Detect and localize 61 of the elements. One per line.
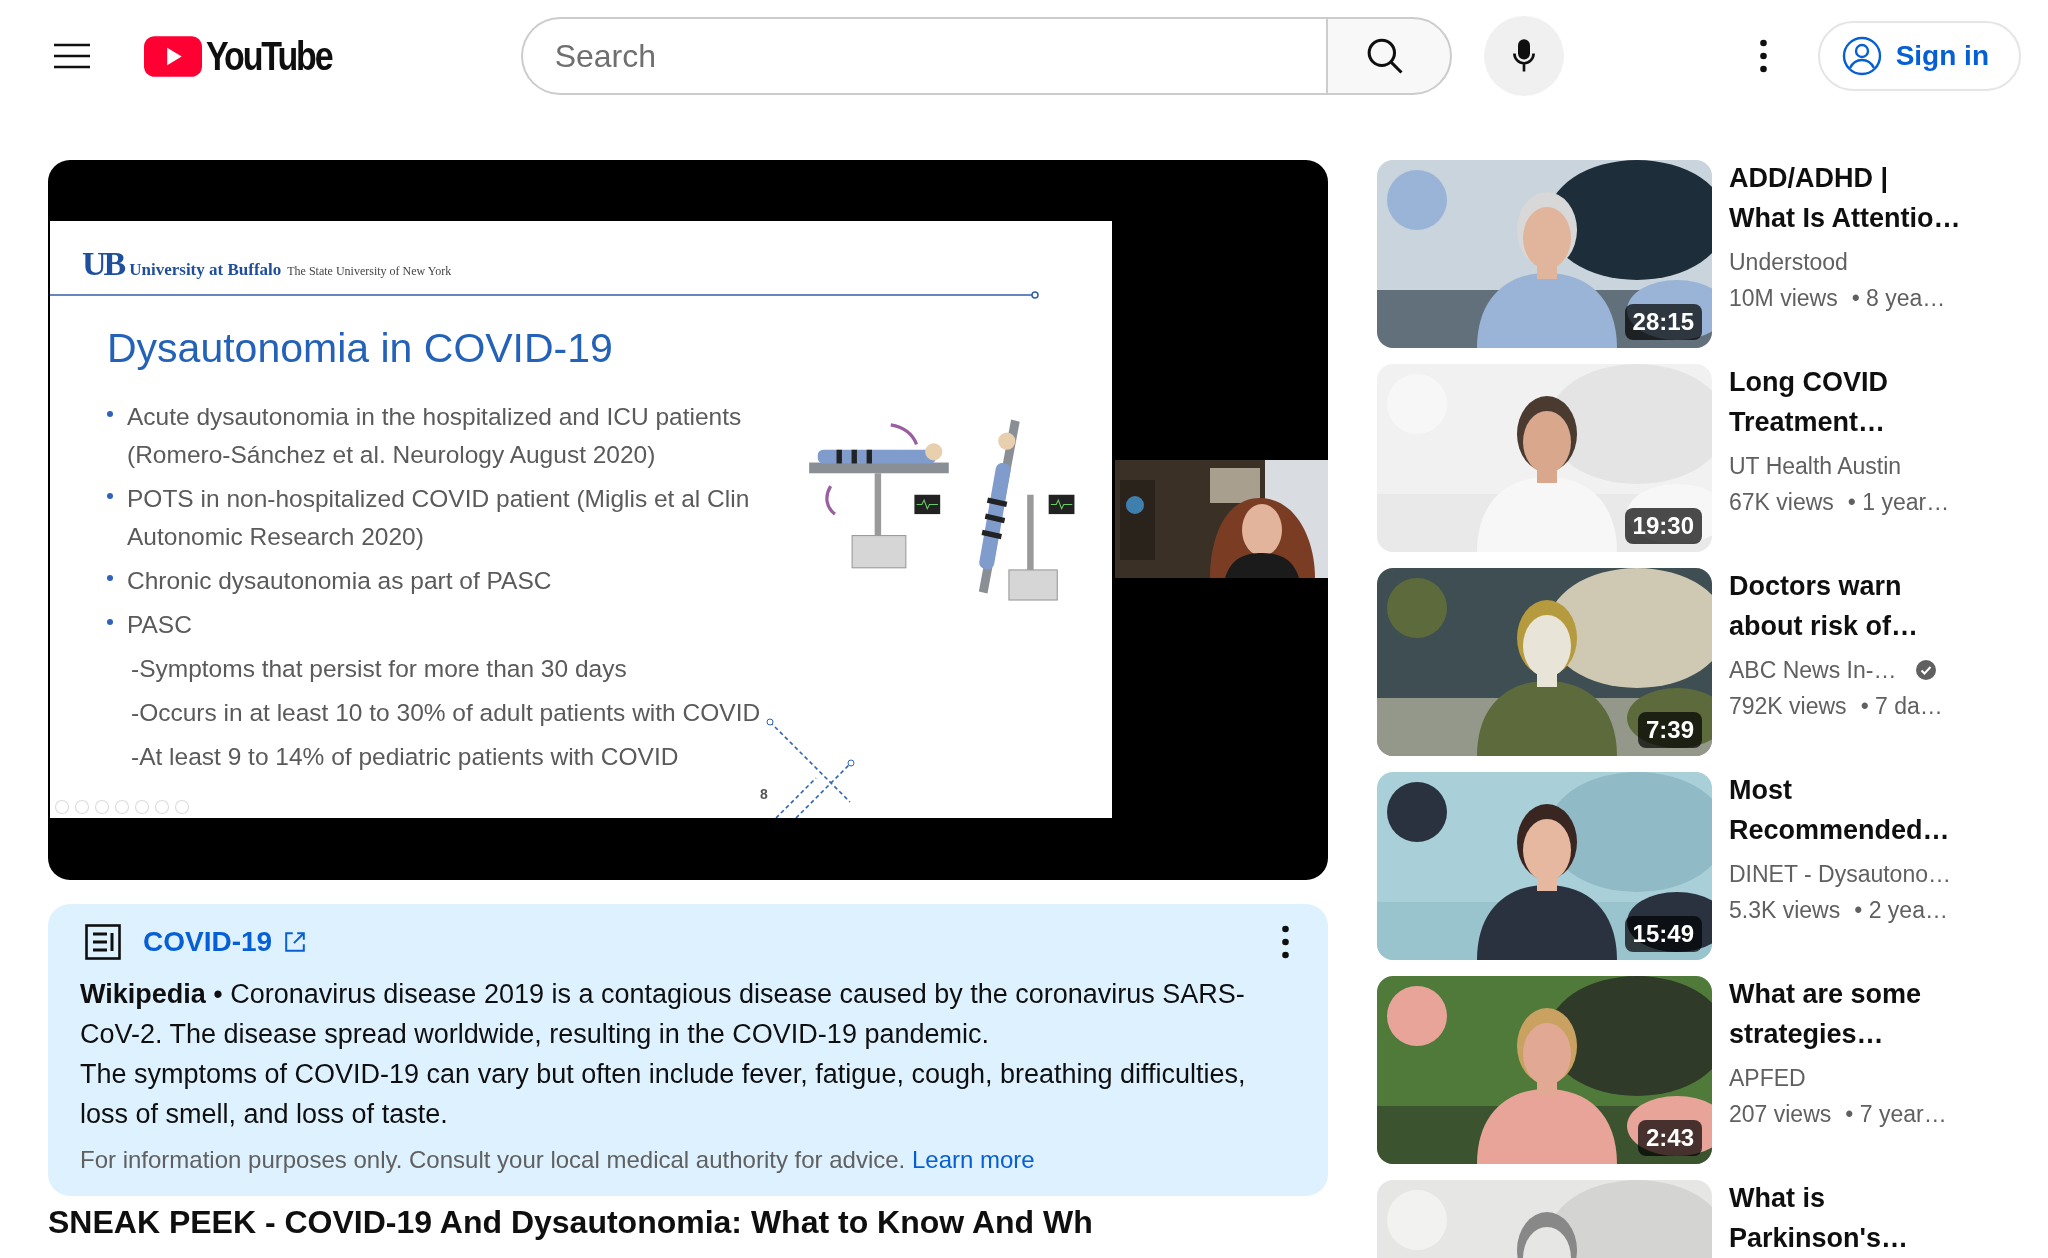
topic-description: The symptoms of COVID-19 can vary but often include fever, fatigue, cough, breathing difficulties, loss of smell, and loss of taste. <box>80 1058 1247 1131</box>
view-count: 10M views <box>1729 284 1838 313</box>
video-title: SNEAK PEEK - COVID-19 And Dysautonomia: What to Know And Wh <box>48 1204 1094 1240</box>
video-title[interactable]: Long COVID Treatment… <box>1729 362 1950 442</box>
channel-name[interactable]: UT Health Austin <box>1729 448 1902 484</box>
view-count: 207 views <box>1729 1100 1832 1129</box>
sub-point-text: -Symptoms that persist for more than 30 days <box>131 654 627 684</box>
video-title[interactable]: Most Recommended… <box>1729 770 1951 850</box>
topic-description: Wikipedia • Coronavirus disease 2019 is a contagious disease caused by the coronavirus SARS-CoV-2. The disease spread worldwide, resulting in the COVID-19 pandemic. <box>80 978 1246 1051</box>
video-duration: 2:43 <box>1637 1120 1702 1156</box>
bullet-icon <box>107 493 113 499</box>
bullet-text: Chronic dysautonomia as part of PASC <box>127 566 552 596</box>
more-icon[interactable] <box>1758 39 1768 73</box>
search-field[interactable]: Search <box>520 17 1326 95</box>
channel-name[interactable]: ABC News In-… <box>1729 652 1897 688</box>
upload-age: • 8 yea… <box>1851 284 1946 313</box>
bullet-text: Acute dysautonomia in the hospitalized and ICU patients (Romero-Sánchez et al. Neurology August 2020) <box>127 402 742 470</box>
more-icon[interactable] <box>1281 925 1290 959</box>
video-title[interactable]: ADD/ADHD | What Is Attentio… <box>1729 158 1959 238</box>
upload-age: • 1 year… <box>1847 488 1950 517</box>
account-icon <box>1841 36 1882 76</box>
bullet-icon <box>107 575 113 581</box>
upload-age: • 2 yea… <box>1854 896 1948 925</box>
bullet-text: PASC <box>127 610 192 640</box>
video-duration: 15:49 <box>1624 916 1702 952</box>
upload-age: • 7 year… <box>1845 1100 1947 1129</box>
university-tagline: The State University of New York <box>287 264 452 279</box>
view-count: 792K views <box>1729 692 1847 721</box>
bullet-text: POTS in non-hospitalized COVID patient (Miglis et al Clin Autonomic Research 2020) <box>127 484 750 552</box>
disclaimer-text: For information purposes only. Consult your local medical authority for advice. Learn more <box>80 1146 1036 1174</box>
video-duration: 28:15 <box>1624 304 1702 340</box>
video-duration: 7:39 <box>1637 712 1702 748</box>
microphone-icon <box>1511 38 1536 74</box>
channel-name[interactable]: Understood <box>1729 244 1848 280</box>
view-count: 67K views <box>1729 488 1834 517</box>
topic-link[interactable]: COVID-19 <box>143 926 307 958</box>
search-icon <box>1365 37 1404 75</box>
channel-name[interactable]: APFED <box>1729 1060 1806 1096</box>
slide-title: Dysautonomia in COVID-19 <box>107 325 614 372</box>
bullet-icon <box>107 411 113 417</box>
sign-in-button[interactable]: Sign in <box>1817 21 2021 91</box>
university-name: University at Buffalo <box>129 260 282 280</box>
search-button[interactable] <box>1325 17 1452 95</box>
article-icon <box>85 924 121 960</box>
bullet-icon <box>107 619 113 625</box>
view-count: 5.3K views <box>1729 896 1841 925</box>
learn-more-link[interactable]: Learn more <box>911 1146 1035 1173</box>
video-player[interactable] <box>48 160 1328 880</box>
youtube-logo[interactable]: YouTube <box>144 33 354 79</box>
video-duration: 19:30 <box>1624 508 1702 544</box>
sub-point-text: -At least 9 to 14% of pediatric patients with COVID <box>131 742 679 772</box>
video-title[interactable]: What are some strategies… <box>1729 974 1947 1054</box>
external-link-icon <box>284 931 307 953</box>
video-title[interactable]: What is Parkinson's… <box>1729 1178 1908 1258</box>
channel-name[interactable]: DINET - Dysautono… <box>1729 856 1951 892</box>
sub-point-text: -Occurs in at least 10 to 30% of adult patients with COVID <box>131 698 761 728</box>
page-number: 8 <box>760 786 768 802</box>
video-title[interactable]: Doctors warn about risk of… <box>1729 566 1943 646</box>
menu-icon[interactable] <box>54 43 90 69</box>
upload-age: • 7 da… <box>1860 692 1943 721</box>
university-logo: UB <box>82 245 124 283</box>
